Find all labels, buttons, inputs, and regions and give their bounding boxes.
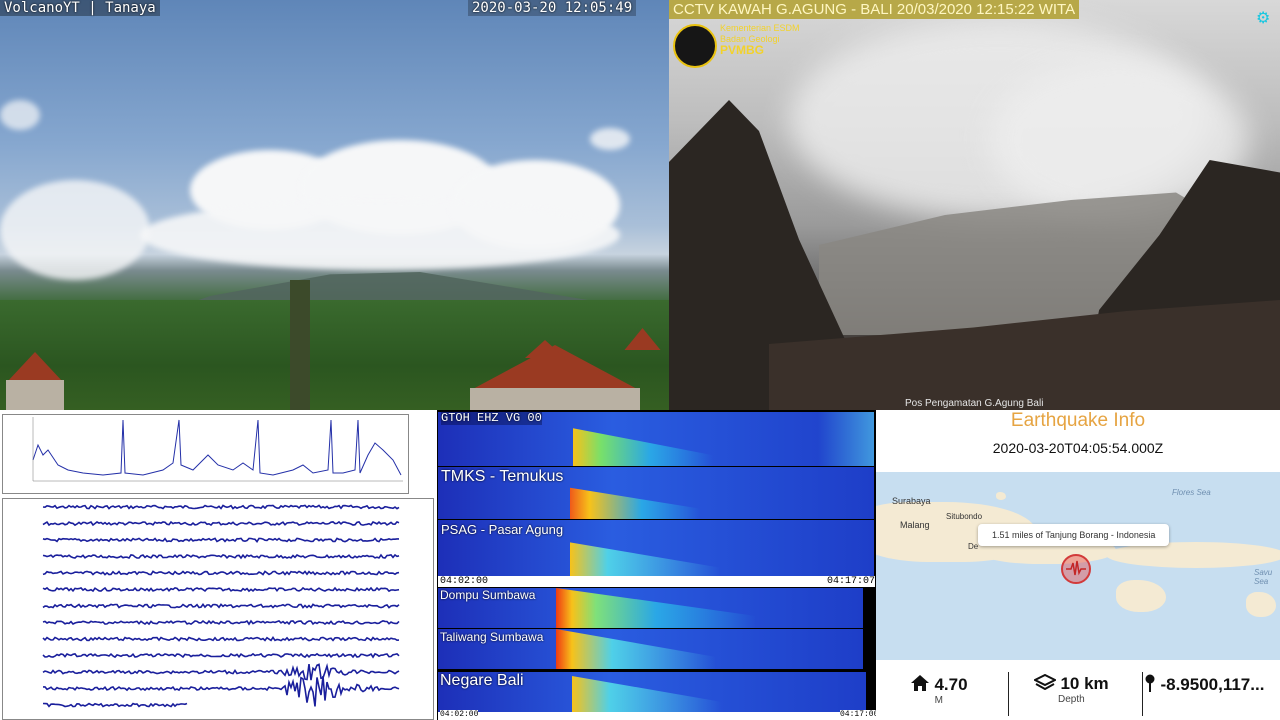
seismic-trace-line xyxy=(42,504,400,510)
depth-stat: 10 km Depth xyxy=(1032,673,1109,705)
panel-title: Earthquake Info xyxy=(1010,410,1146,431)
time-axis xyxy=(438,712,876,720)
magnitude-stat: 4.70 M xyxy=(910,674,968,706)
seismic-traces xyxy=(42,504,400,708)
depth-value: 10 km xyxy=(1060,674,1109,693)
location-popup[interactable]: 1.51 miles of Tanjung Borang - Indonesia xyxy=(978,524,1170,546)
station-label: Dompu Sumbawa xyxy=(440,588,536,602)
camera-timestamp: 2020-03-20 12:05:49 xyxy=(468,0,637,16)
org-line: Kementerian ESDM xyxy=(720,23,800,33)
station-label: TMKS - Temukus xyxy=(441,468,564,485)
location-value: -8.9500,117... xyxy=(1160,675,1265,694)
seismic-trace-line xyxy=(42,619,400,626)
home-icon xyxy=(911,675,929,691)
seismic-trace-line xyxy=(42,702,188,708)
event-time: 2020-03-20T04:05:54.000Z xyxy=(992,440,1164,456)
station-label: PSAG - Pasar Agung xyxy=(441,522,564,537)
seismic-trace-line xyxy=(42,663,400,681)
helicorder-plot xyxy=(0,410,437,720)
seismic-trace-line xyxy=(42,537,399,543)
webcam-agung-crater xyxy=(669,0,1280,410)
layers-icon xyxy=(1032,673,1058,691)
time-end: 04:17:07 xyxy=(827,576,876,587)
magnitude-unit: M xyxy=(934,695,943,706)
sea-label: Savu Sea xyxy=(1254,568,1273,586)
earthquake-info-panel: Earthquake Info 2020-03-20T04:05:54.000Z… xyxy=(876,410,1280,720)
event-stats: 4.70 M 10 km Depth -8.9500,117... xyxy=(876,660,1280,720)
esdm-logo xyxy=(673,24,717,68)
map-label: Situbondo xyxy=(946,512,983,521)
seismic-trace-line xyxy=(42,553,400,560)
seismograph-icon xyxy=(1066,560,1086,576)
seismic-trace-line xyxy=(42,652,400,659)
epicenter-marker[interactable] xyxy=(1061,554,1091,584)
divider xyxy=(1008,672,1009,716)
station-label: Negare Bali xyxy=(440,672,524,689)
seismic-trace-line xyxy=(42,520,400,527)
map-pin-icon xyxy=(1145,674,1155,692)
camera-footer: Pos Pengamatan G.Agung Bali xyxy=(905,398,1044,409)
webcam-tanaya xyxy=(0,0,669,410)
time-end: 04:17:00 xyxy=(840,710,879,719)
camera-label: VolcanoYT | Tanaya xyxy=(0,0,160,16)
map-label: Surabaya xyxy=(892,496,931,506)
seismic-trace-line xyxy=(42,603,400,609)
time-axis xyxy=(438,576,874,587)
seismic-trace-line xyxy=(42,586,400,593)
divider xyxy=(1142,672,1143,716)
time-start: 04:02:00 xyxy=(440,710,479,719)
seismic-trace-line xyxy=(42,635,400,642)
rsam-plot xyxy=(2,414,409,494)
depth-unit: Depth xyxy=(1057,694,1085,705)
sea-label: Flores Sea xyxy=(1172,488,1211,497)
seismic-trace-line xyxy=(43,676,400,707)
cctv-caption: CCTV KAWAH G.AGUNG - BALI 20/03/2020 12:… xyxy=(669,0,1080,19)
station-label: GTOH EHZ VG 00 xyxy=(441,411,542,425)
organization-caption: Kementerian ESDM Badan Geologi PVMBG xyxy=(720,23,800,56)
rsam-trace xyxy=(32,417,403,482)
org-name: PVMBG xyxy=(720,43,765,57)
location-stat: -8.9500,117... xyxy=(1144,674,1264,695)
seismic-trace-line xyxy=(42,570,400,576)
helicorder-traces xyxy=(2,498,434,720)
gear-icon[interactable]: ⚙ xyxy=(1256,10,1272,26)
time-start: 04:02:00 xyxy=(440,576,489,587)
magnitude-value: 4.70 xyxy=(934,675,968,694)
event-map[interactable]: Surabaya Malang Situbondo De Flores Sea … xyxy=(876,472,1280,660)
map-label: De xyxy=(968,542,979,551)
station-label: Taliwang Sumbawa xyxy=(440,630,544,644)
map-label: Malang xyxy=(900,520,930,530)
